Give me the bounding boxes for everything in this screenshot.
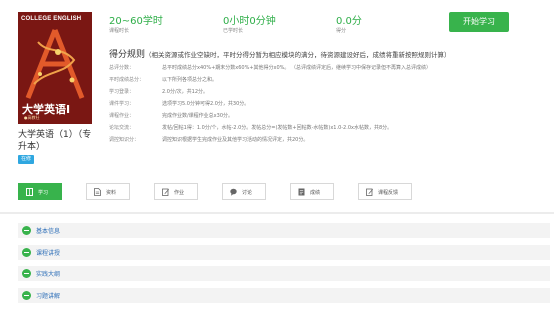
course-cover: COLLEGE ENGLISH 大学英语Ⅰ ●高教社 [18, 12, 92, 124]
tab-study[interactable]: 学习 [18, 183, 62, 200]
section-course-lectures[interactable]: 课程讲授 [18, 245, 550, 260]
divider [0, 212, 554, 214]
cover-artwork [25, 29, 85, 99]
rules-description: （相关资源或作业空缺时，平时分得分暂为相应模块的满分，待资源建设好后，成绩将重新… [145, 51, 451, 59]
score-label: 得分 [336, 28, 347, 34]
rule-value: 2.0分/次，共12分。 [162, 89, 208, 95]
section-practice-syllabus[interactable]: 实践大纲 [18, 266, 550, 281]
studied-time-label: 已学时长 [223, 28, 244, 34]
course-name: 大学英语（1）（专升本） [18, 130, 92, 152]
rule-value: 选项学习5.0分钟可得2.0分，共30分。 [162, 101, 250, 107]
rules-heading: 得分规则（相关资源或作业空缺时，平时分得分暂为相应模块的满分，待资源建设好后，成… [109, 47, 451, 60]
document-icon [94, 188, 101, 196]
section-label: 基本信息 [36, 228, 61, 235]
rule-value: 调控知识根据学生完成作业及其他学习活动的情况评定，共20分。 [162, 137, 309, 143]
course-hours-value: 20~60学时 [109, 16, 163, 27]
studied-time-value: 0小时0分钟 [223, 16, 276, 27]
cover-caption: COLLEGE ENGLISH [21, 16, 82, 22]
tab-label: 成绩 [310, 190, 321, 196]
section-label: 习题讲解 [36, 293, 61, 300]
expand-icon [22, 248, 31, 257]
course-hours-label: 课程时长 [109, 28, 130, 34]
section-label: 课程讲授 [36, 250, 61, 257]
rule-label: 学习登录： [109, 89, 135, 95]
tab-label: 资料 [106, 190, 117, 196]
rule-value: 发帖/回帖1得：1.0分/个，水帖-2.0分。发帖总分=(发帖数+回帖数-水帖数… [162, 125, 393, 131]
expand-icon [22, 291, 31, 300]
section-basic-info[interactable]: 基本信息 [18, 223, 550, 238]
rule-label: 论坛交流： [109, 125, 135, 131]
rules-title: 得分规则 [109, 50, 146, 60]
expand-icon [22, 269, 31, 278]
tab-grades[interactable]: 成绩 [290, 183, 334, 200]
score-value: 0.0分 [336, 16, 362, 27]
tab-label: 作业 [174, 190, 185, 196]
rule-label: 课程作业： [109, 113, 135, 119]
rule-label: 总评分数： [109, 65, 135, 71]
section-exercise-explanation[interactable]: 习题讲解 [18, 288, 550, 303]
section-label: 实践大纲 [36, 271, 61, 278]
tab-materials[interactable]: 资料 [86, 183, 130, 200]
cover-publisher: ●高教社 [24, 115, 40, 120]
tab-label: 学习 [38, 190, 49, 196]
rule-label: 课件学习： [109, 101, 135, 107]
rule-label: 平时成绩总分： [109, 77, 145, 83]
tab-feedback[interactable]: 课程反馈 [358, 183, 412, 200]
edit-icon [162, 188, 169, 196]
expand-icon [22, 226, 31, 235]
rule-value: 完成作业数/课程作业总x30分。 [162, 113, 234, 119]
tab-label: 讨论 [242, 190, 253, 196]
report-icon [298, 188, 305, 196]
tab-homework[interactable]: 作业 [154, 183, 198, 200]
rule-label: 调控知识分： [109, 137, 140, 143]
feedback-icon [366, 188, 373, 196]
tab-label: 课程反馈 [378, 190, 399, 196]
rule-value: 总平时成绩总分x40%+期末分数x60%+其他得分x0%。 （总评成绩评定后，继… [162, 65, 432, 71]
book-icon [26, 188, 33, 196]
rule-value: 以下所列各项总分之和。 [162, 77, 218, 83]
start-learning-button[interactable]: 开始学习 [449, 12, 509, 32]
status-badge: 在修 [18, 155, 35, 164]
tab-discussion[interactable]: 讨论 [222, 183, 266, 200]
chat-icon [230, 188, 237, 196]
